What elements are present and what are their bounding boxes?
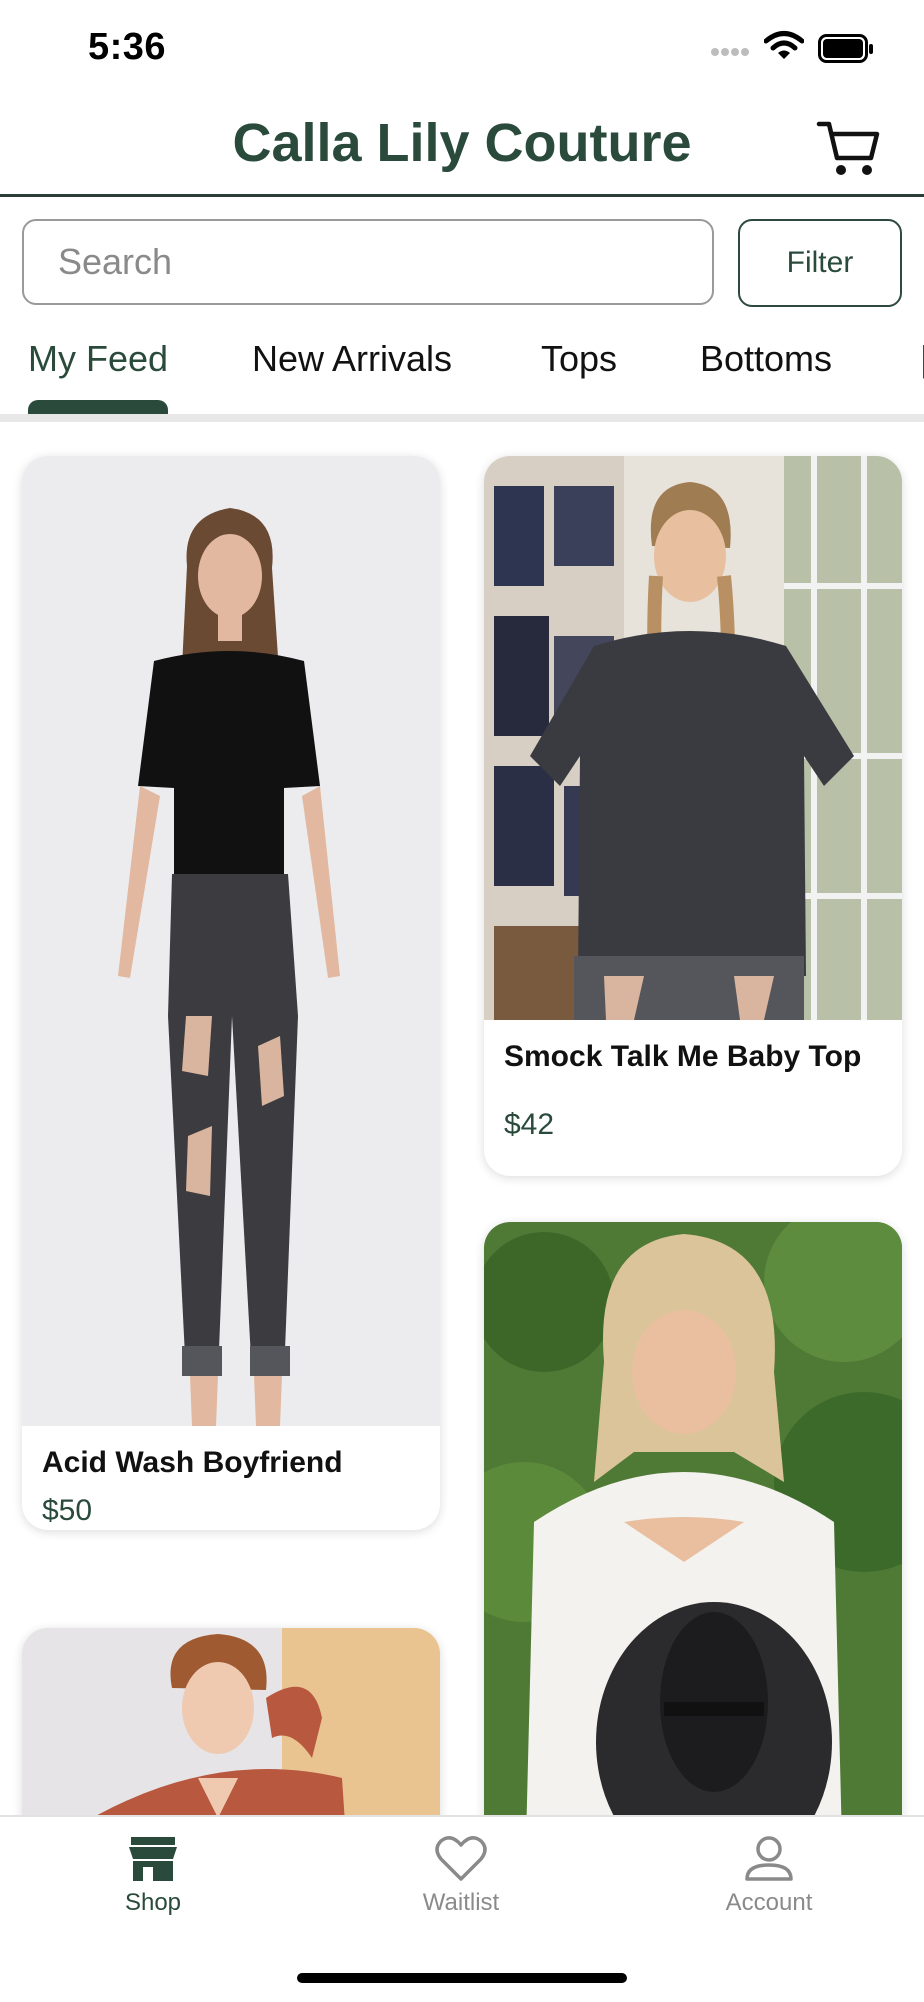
active-tab-indicator [28,400,168,414]
app-header: Calla Lily Couture [0,100,924,197]
status-bar: 5:36 [0,0,924,100]
battery-icon [818,34,873,63]
product-image [22,456,440,1426]
product-name: Smock Talk Me Baby Top [504,1040,862,1073]
product-card[interactable] [22,1628,440,1815]
product-image [484,456,902,1020]
nav-shop[interactable]: Shop [53,1835,253,1945]
home-indicator [297,1973,627,1983]
nav-account-label: Account [725,1889,813,1916]
product-name: Acid Wash Boyfriend [42,1446,343,1479]
product-price: $50 [42,1494,93,1527]
nav-shop-label: Shop [124,1889,182,1916]
tab-new-arrivals[interactable]: New Arrivals [252,338,452,380]
app-title: Calla Lily Couture [232,113,692,173]
product-price: $42 [504,1108,555,1141]
tabs-divider [0,414,924,422]
nav-account[interactable]: Account [669,1835,869,1945]
search-box [22,219,714,305]
tab-bottoms[interactable]: Bottoms [700,338,832,380]
search-input[interactable] [24,221,712,303]
person-icon [745,1836,793,1881]
product-image [22,1628,440,1815]
filter-button[interactable]: Filter [738,219,902,307]
category-tabs: My Feed New Arrivals Tops Bottoms | [0,330,924,420]
product-card[interactable] [484,1222,902,1815]
cellular-signal-icon [711,48,749,56]
nav-waitlist-label: Waitlist [422,1889,500,1916]
cart-icon[interactable] [816,118,882,180]
product-image [484,1222,902,1815]
nav-waitlist[interactable]: Waitlist [361,1835,561,1945]
product-feed[interactable]: Acid Wash Boyfriend $50 Smock Talk Me Ba… [0,422,924,1815]
heart-icon [435,1836,487,1881]
product-card[interactable]: Acid Wash Boyfriend $50 [22,456,440,1530]
status-time: 5:36 [88,26,167,68]
product-card[interactable]: Smock Talk Me Baby Top $42 [484,456,902,1176]
tab-more[interactable]: | [920,338,924,380]
storefront-icon [129,1837,177,1881]
wifi-icon [764,31,804,59]
tab-my-feed[interactable]: My Feed [28,338,168,380]
tab-tops[interactable]: Tops [541,338,617,380]
